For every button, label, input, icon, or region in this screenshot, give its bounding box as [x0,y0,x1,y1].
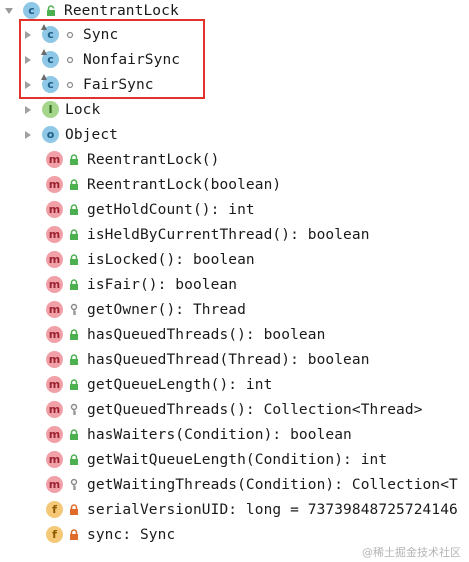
method-icon: m [46,176,63,193]
method-icon: m [46,451,63,468]
supertype-row[interactable]: o Object [23,122,118,147]
method-icon: m [46,251,63,268]
class-icon: c [41,24,59,43]
public-lock-icon [68,228,80,242]
method-icon: m [46,301,63,318]
method-row[interactable]: m getOwner(): Thread [42,297,246,322]
package-private-icon [64,28,76,42]
root-class-label: ReentrantLock [64,2,179,19]
supertype-row[interactable]: I Lock [23,97,100,122]
field-row[interactable]: f sync: Sync [42,522,175,547]
method-icon: m [46,351,63,368]
member-label: hasQueuedThread(Thread): boolean [87,351,370,368]
method-icon: m [46,401,63,418]
chevron-right-icon[interactable] [23,104,33,116]
method-row[interactable]: m hasWaiters(Condition): boolean [42,422,352,447]
class-icon: o [42,126,59,143]
supertype-label: Lock [65,101,101,118]
private-lock-icon [68,528,80,542]
member-label: isHeldByCurrentThread(): boolean [87,226,370,243]
method-row[interactable]: m hasQueuedThreads(): boolean [42,322,325,347]
member-label: isFair(): boolean [87,276,238,293]
member-label: ReentrantLock() [87,151,220,168]
public-lock-icon [68,178,80,192]
method-icon: m [46,326,63,343]
method-row[interactable]: m isLocked(): boolean [42,247,255,272]
method-icon: m [46,226,63,243]
member-label: isLocked(): boolean [87,251,255,268]
public-lock-icon [68,378,80,392]
public-lock-icon [68,153,80,167]
method-icon: m [46,426,63,443]
chevron-down-icon[interactable] [4,5,14,17]
method-row[interactable]: m getQueuedThreads(): Collection<Thread> [42,397,423,422]
method-icon: m [46,476,63,493]
member-label: ReentrantLock(boolean) [87,176,282,193]
class-icon: c [23,2,40,19]
nested-class-row[interactable]: c NonfairSync [23,47,180,72]
interface-icon: I [42,101,59,118]
private-lock-icon [68,503,80,517]
method-row[interactable]: m hasQueuedThread(Thread): boolean [42,347,370,372]
public-lock-icon [68,453,80,467]
member-label: getQueuedThreads(): Collection<Thread> [87,401,423,418]
nested-class-label: Sync [83,26,119,43]
member-label: getWaitingThreads(Condition): Collection… [87,476,458,493]
member-label: serialVersionUID: long = 737398487257241… [87,501,458,518]
public-lock-icon [68,203,80,217]
public-lock-icon [68,278,80,292]
chevron-right-icon[interactable] [23,129,33,141]
public-lock-icon [68,353,80,367]
member-label: getHoldCount(): int [87,201,255,218]
member-label: hasWaiters(Condition): boolean [87,426,352,443]
watermark-text: @稀土掘金技术社区 [362,546,461,559]
public-lock-icon [45,4,57,18]
package-private-icon [64,78,76,92]
supertype-label: Object [65,126,118,143]
public-lock-icon [68,328,80,342]
member-label: getWaitQueueLength(Condition): int [87,451,388,468]
method-icon: m [46,276,63,293]
member-label: sync: Sync [87,526,176,543]
member-label: getQueueLength(): int [87,376,273,393]
nested-class-row[interactable]: c FairSync [23,72,154,97]
method-row[interactable]: m isHeldByCurrentThread(): boolean [42,222,370,247]
field-icon: f [46,526,63,543]
class-icon: c [41,74,59,93]
method-row[interactable]: m getHoldCount(): int [42,197,255,222]
field-row[interactable]: f serialVersionUID: long = 73739848725724… [42,497,458,522]
method-icon: m [46,376,63,393]
chevron-right-icon[interactable] [23,29,33,41]
protected-key-icon [68,478,80,492]
protected-key-icon [68,403,80,417]
member-label: hasQueuedThreads(): boolean [87,326,326,343]
method-row[interactable]: m ReentrantLock(boolean) [42,172,281,197]
field-icon: f [46,501,63,518]
public-lock-icon [68,253,80,267]
nested-class-label: NonfairSync [83,51,181,68]
class-icon: c [41,49,59,68]
nested-class-label: FairSync [83,76,154,93]
method-row[interactable]: m ReentrantLock() [42,147,219,172]
member-label: getOwner(): Thread [87,301,246,318]
method-row[interactable]: m getWaitingThreads(Condition): Collectio… [42,472,458,497]
package-private-icon [64,53,76,67]
method-icon: m [46,201,63,218]
method-row[interactable]: m isFair(): boolean [42,272,237,297]
chevron-right-icon[interactable] [23,54,33,66]
method-icon: m [46,151,63,168]
method-row[interactable]: m getWaitQueueLength(Condition): int [42,447,387,472]
protected-key-icon [68,303,80,317]
nested-class-row[interactable]: c Sync [23,22,118,47]
chevron-right-icon[interactable] [23,79,33,91]
method-row[interactable]: m getQueueLength(): int [42,372,272,397]
public-lock-icon [68,428,80,442]
